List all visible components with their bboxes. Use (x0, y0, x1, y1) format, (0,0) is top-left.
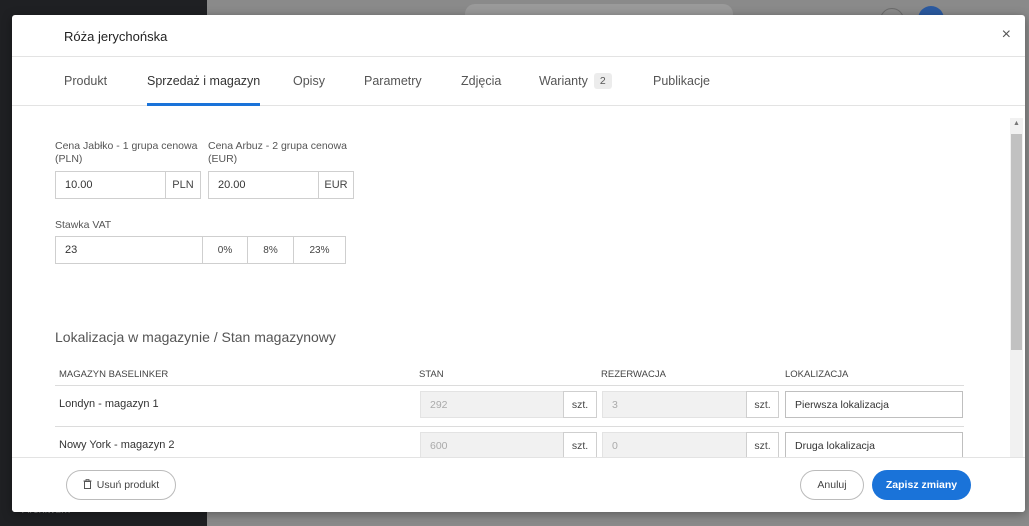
row1-reservation-unit: szt. (746, 391, 779, 418)
delete-product-button[interactable]: Usuń produkt (66, 470, 176, 500)
row1-stock-unit: szt. (563, 391, 597, 418)
row2-stock-unit: szt. (563, 432, 597, 457)
price2-input[interactable]: 20.00 (208, 171, 319, 199)
modal-tabs: Produkt Sprzedaż i magazyn Opisy Paramet… (12, 56, 1025, 106)
table-divider (55, 385, 964, 386)
row2-reservation-input: 0 (602, 432, 747, 457)
tab-parametry[interactable]: Parametry (364, 56, 422, 105)
vat-option-8[interactable]: 8% (247, 236, 294, 264)
content-scrollbar[interactable]: ▲ (1010, 118, 1023, 457)
trash-icon (83, 472, 92, 500)
product-edit-modal: Róża jerychońska × Produkt Sprzedaż i ma… (12, 15, 1025, 512)
modal-title: Róża jerychońska (64, 29, 168, 44)
vat-option-23[interactable]: 23% (293, 236, 346, 264)
price1-currency: PLN (165, 171, 201, 199)
row2-reservation-unit: szt. (746, 432, 779, 457)
warehouse-section-title: Lokalizacja w magazynie / Stan magazynow… (55, 329, 336, 345)
col-header-location: Lokalizacja (785, 369, 849, 380)
col-header-reservation: Rezerwacja (601, 369, 666, 380)
row1-location-input[interactable]: Pierwsza lokalizacja (785, 391, 963, 418)
tab-warianty[interactable]: Warianty 2 (539, 56, 612, 105)
row1-reservation-input: 3 (602, 391, 747, 418)
cancel-button[interactable]: Anuluj (800, 470, 864, 500)
row1-stock-input: 292 (420, 391, 564, 418)
tab-zdjecia[interactable]: Zdjęcia (461, 56, 501, 105)
tab-warianty-label: Warianty (539, 74, 588, 88)
modal-header: Róża jerychońska × (12, 15, 1025, 57)
save-changes-button[interactable]: Zapisz zmiany (872, 470, 971, 500)
row2-location-input[interactable]: Druga lokalizacja (785, 432, 963, 457)
row2-warehouse-name: Nowy York - magazyn 2 (59, 439, 175, 451)
price2-label: Cena Arbuz - 2 grupa cenowa (EUR) (208, 140, 347, 165)
variants-count-badge: 2 (593, 73, 612, 89)
price1-label: Cena Jabłko - 1 grupa cenowa (PLN) (55, 140, 198, 165)
vat-input[interactable]: 23 (55, 236, 203, 264)
tab-publikacje[interactable]: Publikacje (653, 56, 710, 105)
scroll-thumb[interactable] (1011, 134, 1022, 350)
vat-option-0[interactable]: 0% (202, 236, 248, 264)
col-header-stock: Stan (419, 369, 444, 380)
delete-product-label: Usuń produkt (96, 479, 160, 491)
table-divider (55, 426, 964, 427)
price2-currency: EUR (318, 171, 354, 199)
vat-label: Stawka VAT (55, 219, 112, 231)
row2-stock-input: 600 (420, 432, 564, 457)
col-header-warehouse: Magazyn BaseLinker (59, 369, 169, 380)
tab-produkt[interactable]: Produkt (64, 56, 107, 105)
close-icon[interactable]: × (1002, 26, 1011, 44)
modal-content: Cena Jabłko - 1 grupa cenowa (PLN) 10.00… (12, 106, 1025, 457)
tab-opisy[interactable]: Opisy (293, 56, 325, 105)
tab-sprzedaz-i-magazyn[interactable]: Sprzedaż i magazyn (147, 56, 261, 106)
scroll-up-arrow-icon[interactable]: ▲ (1010, 118, 1023, 130)
price1-input[interactable]: 10.00 (55, 171, 166, 199)
row1-warehouse-name: Londyn - magazyn 1 (59, 398, 159, 410)
modal-footer: Usuń produkt Anuluj Zapisz zmiany (12, 457, 1025, 512)
